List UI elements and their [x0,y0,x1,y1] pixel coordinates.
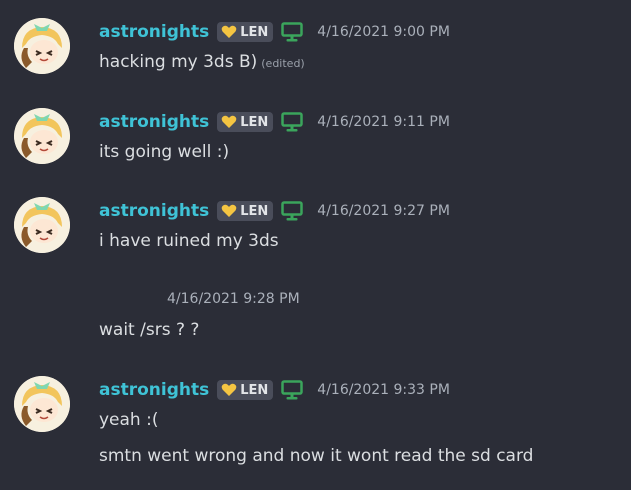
server-tag-label: LEN [240,382,269,398]
server-tag[interactable]: LEN [217,201,274,221]
desktop-icon [281,112,304,132]
edited-label: (edited) [261,57,305,70]
message-content: smtn went wrong and now it wont read the… [99,446,533,466]
message-header: astronights LEN 4/16/2021 9:00 PM [99,20,450,44]
timestamp[interactable]: 4/16/2021 9:27 PM [317,203,450,219]
server-tag[interactable]: LEN [217,112,274,132]
heart-icon [221,383,237,396]
timestamp[interactable]: 4/16/2021 9:28 PM [167,291,300,307]
message-text: its going well :) [99,142,230,162]
server-tag-label: LEN [240,24,269,40]
heart-icon [221,115,237,128]
username[interactable]: astronights [99,22,209,42]
heart-icon [221,204,237,217]
message-text: i have ruined my 3ds [99,231,279,251]
message-header: astronights LEN 4/16/2021 9:33 PM [99,378,450,402]
message-header: astronights LEN 4/16/2021 9:27 PM [99,199,450,223]
timestamp[interactable]: 4/16/2021 9:11 PM [317,114,450,130]
heart-icon [221,25,237,38]
server-tag[interactable]: LEN [217,22,274,42]
server-tag[interactable]: LEN [217,380,274,400]
server-tag-label: LEN [240,114,269,130]
avatar[interactable] [14,18,70,74]
server-tag-label: LEN [240,203,269,219]
username[interactable]: astronights [99,112,209,132]
timestamp[interactable]: 4/16/2021 9:00 PM [317,24,450,40]
message-text: smtn went wrong and now it wont read the… [99,446,534,466]
message-content: its going well :) [99,142,229,162]
message-text: yeah :( [99,410,159,430]
username[interactable]: astronights [99,380,209,400]
desktop-icon [281,201,304,221]
timestamp[interactable]: 4/16/2021 9:33 PM [317,382,450,398]
message-text: hacking my 3ds B) [99,52,258,72]
message-text: wait /srs ? ? [99,320,200,340]
message-content: hacking my 3ds B) (edited) [99,52,305,72]
desktop-icon [281,22,304,42]
message-content: yeah :( [99,410,158,430]
message-content: wait /srs ? ? [99,320,199,340]
desktop-icon [281,380,304,400]
message-header: astronights LEN 4/16/2021 9:11 PM [99,110,450,134]
message-content: i have ruined my 3ds [99,231,279,251]
username[interactable]: astronights [99,201,209,221]
avatar[interactable] [14,108,70,164]
avatar[interactable] [14,197,70,253]
avatar[interactable] [14,376,70,432]
